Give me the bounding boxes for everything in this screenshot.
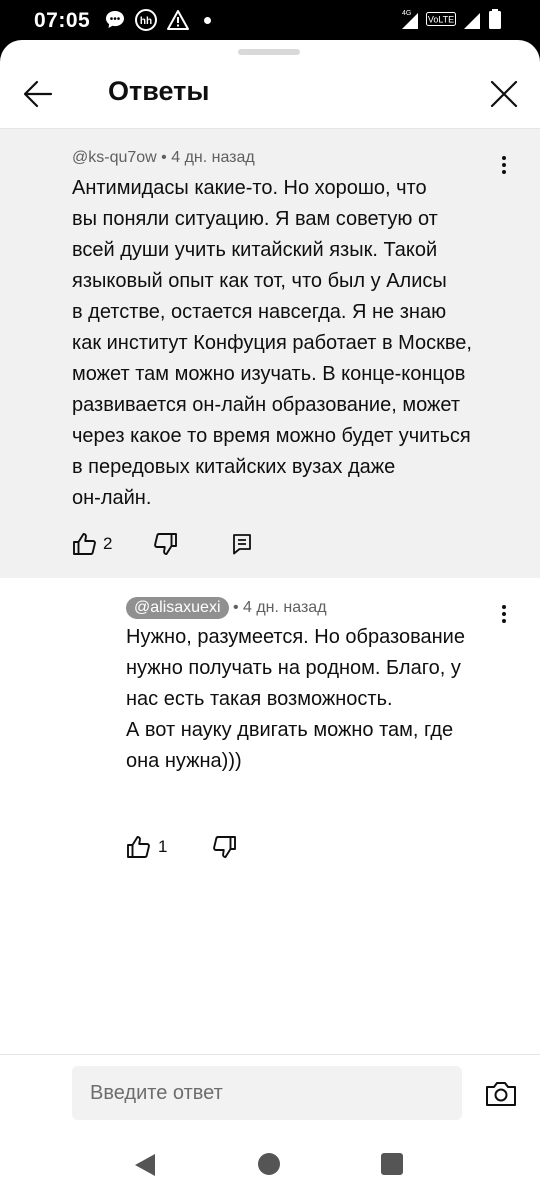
nav-home-icon[interactable] (258, 1153, 280, 1175)
meta-separator: • (161, 149, 172, 166)
close-button[interactable] (484, 74, 524, 114)
meta-separator: • (228, 599, 243, 616)
comment-actions: 1 (126, 834, 237, 860)
network-type-label: 4G (402, 10, 411, 17)
like-button[interactable]: 2 (72, 531, 112, 557)
parent-comment: @ks-qu7ow • 4 дн. назад Антимидасы какие… (0, 129, 540, 578)
thumb-up-icon (73, 533, 96, 555)
dot-icon (204, 16, 211, 24)
battery-icon (489, 9, 501, 29)
back-button[interactable] (18, 74, 58, 114)
thumb-down-icon (154, 533, 178, 555)
nav-recents-icon[interactable] (381, 1153, 403, 1175)
camera-button[interactable] (484, 1079, 518, 1109)
arrow-left-icon (23, 80, 53, 108)
status-bar: 07:05 hh 4G VoLTE (0, 0, 540, 40)
reply-comment: @alisaxuexi • 4 дн. назад Нужно, разумее… (0, 578, 540, 868)
reply-button[interactable] (230, 532, 254, 556)
dislike-button[interactable] (211, 834, 237, 860)
comment-text: Нужно, разумеется. Но образование нужно … (126, 626, 465, 772)
like-count: 2 (103, 534, 113, 553)
drag-handle[interactable] (238, 49, 300, 55)
reply-input[interactable] (72, 1066, 462, 1120)
svg-text:hh: hh (140, 16, 152, 27)
volte-label: VoLTE (428, 15, 454, 25)
nav-back-icon[interactable] (132, 1152, 158, 1178)
comment-meta: @ks-qu7ow • 4 дн. назад (72, 149, 255, 167)
like-button[interactable]: 1 (126, 834, 167, 860)
reply-input-bar (0, 1054, 540, 1129)
comment-icon (233, 534, 252, 555)
signal-icon: 4G (402, 10, 418, 29)
dislike-button[interactable] (152, 531, 178, 557)
chat-bubble-icon (106, 11, 124, 28)
status-time: 07:05 (34, 9, 91, 32)
comment-author[interactable]: @ks-qu7ow (72, 149, 157, 166)
thumb-down-icon (213, 836, 237, 858)
status-system-icons: 4G VoLTE (400, 8, 502, 30)
page-title: Ответы (108, 76, 210, 106)
close-icon (490, 80, 518, 108)
thumb-up-icon (127, 836, 150, 858)
volte-icon: VoLTE (426, 12, 456, 26)
camera-icon (486, 1082, 516, 1106)
warning-icon (167, 10, 189, 30)
comment-time: 4 дн. назад (171, 149, 255, 166)
comment-actions: 2 (72, 531, 254, 557)
like-count: 1 (158, 837, 168, 856)
replies-sheet: Ответы @ks-qu7ow • 4 дн. назад Антимидас… (0, 40, 540, 1129)
creator-handle-chip[interactable]: @alisaxuexi (126, 597, 229, 619)
status-notification-icons: hh (104, 8, 211, 32)
comment-text: Антимидасы какие-то. Но хорошо, что вы п… (72, 177, 472, 509)
system-navigation-bar (0, 1129, 540, 1200)
comment-time: 4 дн. назад (243, 599, 327, 616)
signal-icon (464, 13, 480, 29)
hh-icon: hh (135, 9, 157, 31)
sheet-header: Ответы (0, 60, 540, 129)
comment-meta: @alisaxuexi • 4 дн. назад (126, 597, 327, 619)
